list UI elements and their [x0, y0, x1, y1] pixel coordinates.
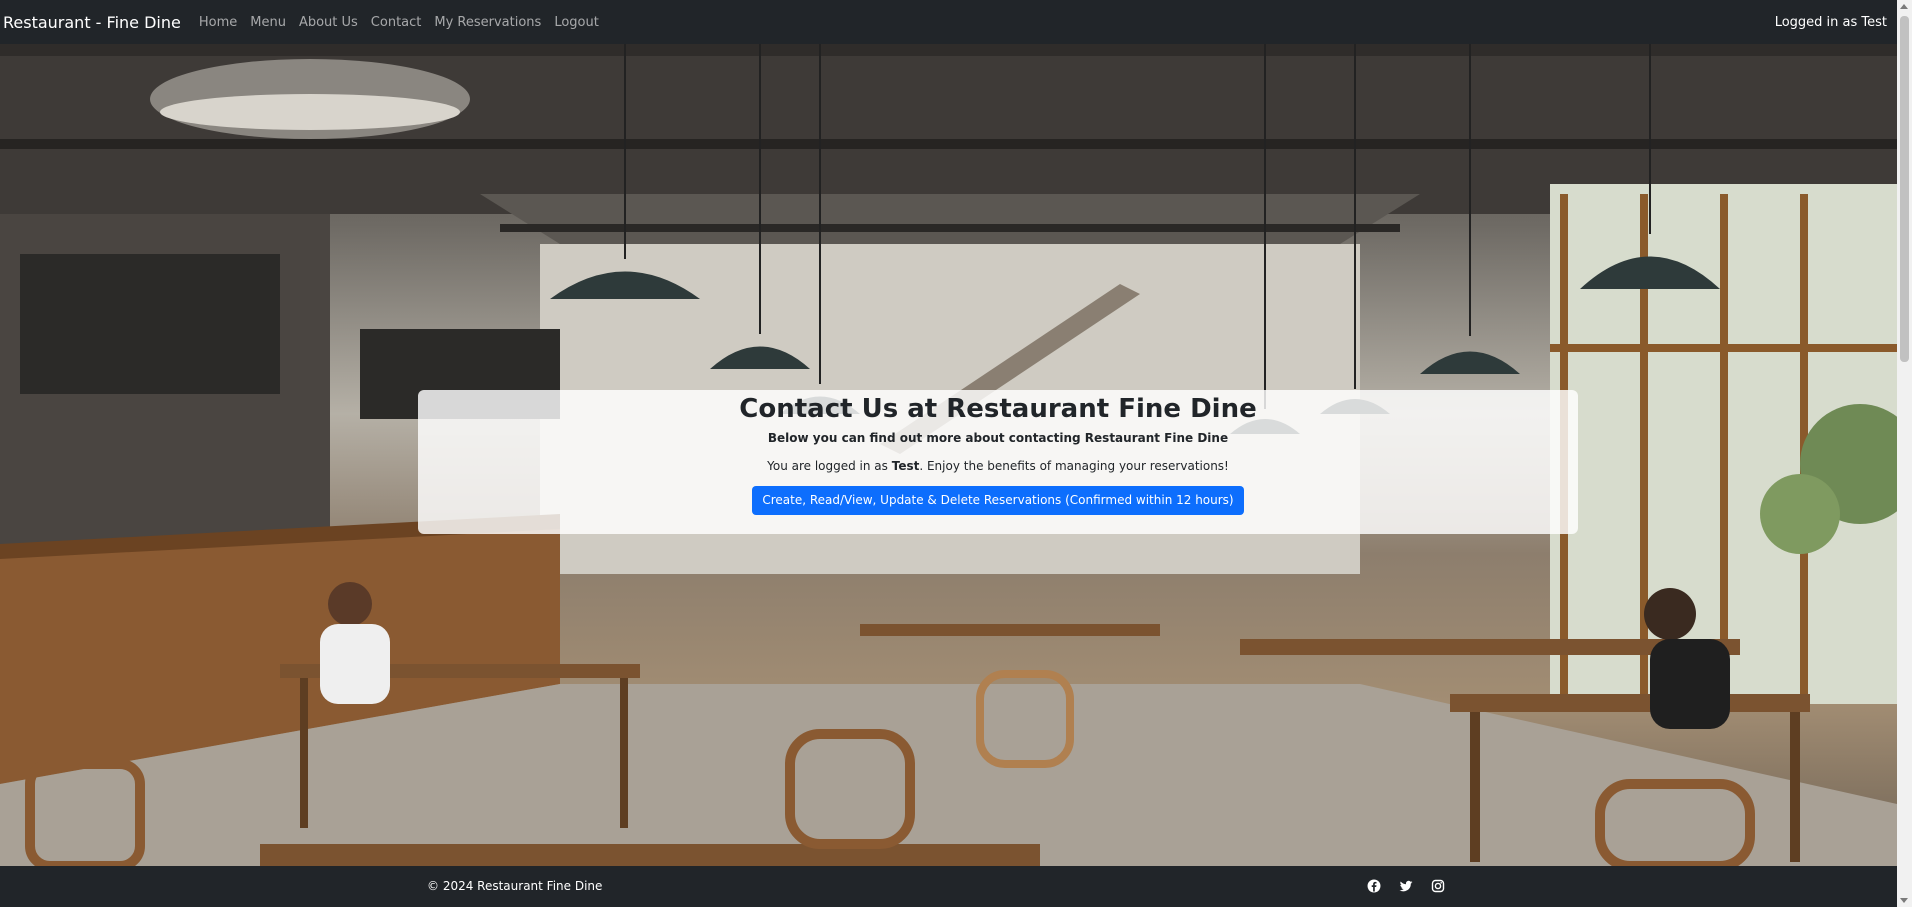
twitter-icon[interactable]	[1398, 878, 1414, 894]
instagram-icon[interactable]	[1430, 878, 1446, 894]
footer-copyright: © 2024 Restaurant Fine Dine	[427, 879, 603, 893]
facebook-icon[interactable]	[1366, 878, 1382, 894]
contact-card: Contact Us at Restaurant Fine Dine Below…	[418, 390, 1578, 534]
brand-link[interactable]: Restaurant - Fine Dine	[0, 13, 181, 32]
nav-link-home[interactable]: Home	[199, 15, 237, 30]
nav-link-contact[interactable]: Contact	[371, 15, 422, 30]
footer: © 2024 Restaurant Fine Dine	[0, 866, 1897, 907]
page-scrollbar[interactable]	[1897, 0, 1912, 907]
navbar: Restaurant - Fine Dine Home Menu About U…	[0, 0, 1897, 44]
login-message-prefix: You are logged in as	[767, 459, 892, 473]
manage-reservations-button[interactable]: Create, Read/View, Update & Delete Reser…	[752, 486, 1244, 515]
nav-link-menu[interactable]: Menu	[250, 15, 286, 30]
page-subtitle: Below you can find out more about contac…	[767, 431, 1229, 445]
nav-link-logout[interactable]: Logout	[554, 15, 599, 30]
scroll-down-arrow-icon[interactable]	[1900, 898, 1908, 903]
login-message-suffix: . Enjoy the benefits of managing your re…	[919, 459, 1229, 473]
nav-link-my-reservations[interactable]: My Reservations	[434, 15, 541, 30]
login-status: Logged in as Test	[1774, 14, 1887, 30]
nav-links: Home Menu About Us Contact My Reservatio…	[199, 15, 612, 30]
scroll-thumb[interactable]	[1900, 16, 1909, 362]
page-title: Contact Us at Restaurant Fine Dine	[739, 394, 1257, 424]
social-icons	[1366, 878, 1446, 894]
username: Test	[891, 459, 920, 473]
nav-link-about-us[interactable]: About Us	[299, 15, 358, 30]
scroll-up-arrow-icon[interactable]	[1900, 4, 1908, 9]
login-message: You are logged in as Test. Enjoy the ben…	[418, 459, 1578, 473]
